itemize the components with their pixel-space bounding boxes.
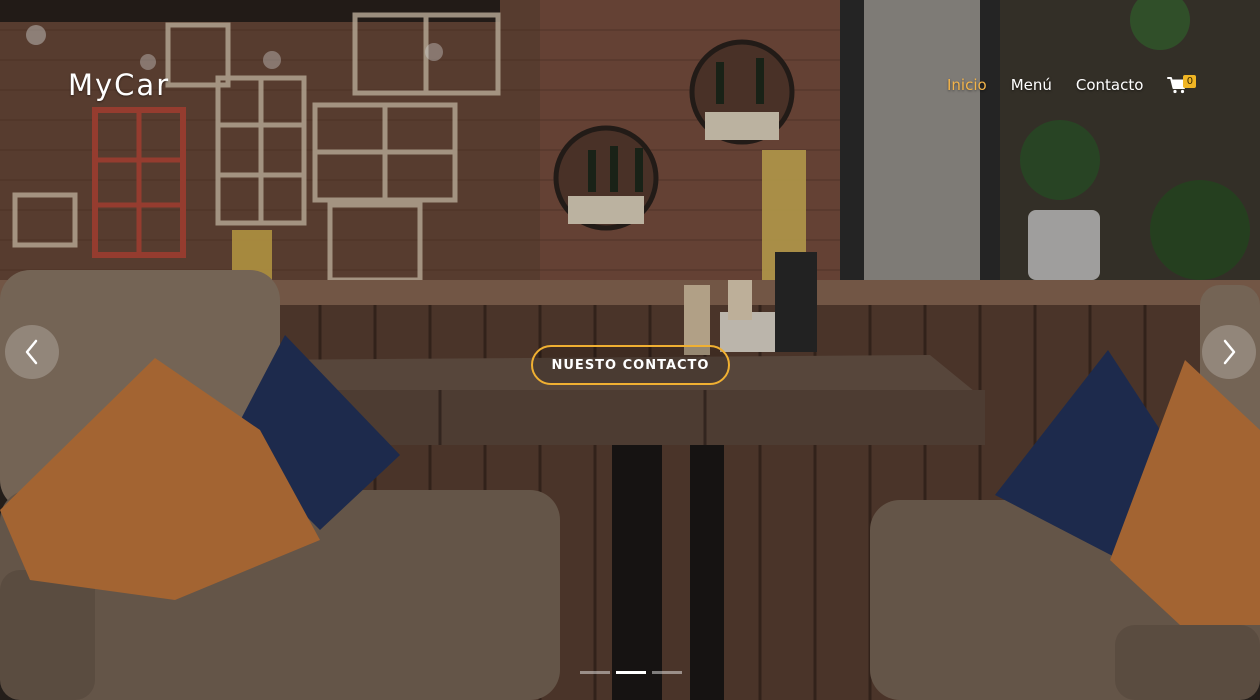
carousel-indicator-2[interactable] — [616, 671, 646, 674]
chevron-right-icon — [1223, 339, 1236, 365]
chevron-left-icon — [25, 339, 38, 365]
carousel-next-button[interactable] — [1202, 325, 1256, 379]
cart-count-badge: 0 — [1183, 75, 1197, 88]
carousel-indicator-1[interactable] — [580, 671, 610, 674]
carousel-prev-button[interactable] — [5, 325, 59, 379]
hero-carousel: MyCar Inicio Menú Contacto 0 NUESTO CONT… — [0, 0, 1260, 700]
cart-button[interactable]: 0 — [1167, 75, 1197, 94]
nav-link-menu[interactable]: Menú — [1011, 76, 1052, 94]
top-navbar: MyCar Inicio Menú Contacto 0 — [0, 0, 1260, 170]
brand-logo[interactable]: MyCar — [68, 68, 170, 102]
carousel-indicators — [580, 671, 682, 674]
nav-links: Inicio Menú Contacto 0 — [947, 75, 1197, 94]
carousel-indicator-3[interactable] — [652, 671, 682, 674]
contact-cta-button[interactable]: NUESTO CONTACTO — [531, 345, 730, 385]
nav-link-contacto[interactable]: Contacto — [1076, 76, 1144, 94]
nav-link-inicio[interactable]: Inicio — [947, 76, 987, 94]
